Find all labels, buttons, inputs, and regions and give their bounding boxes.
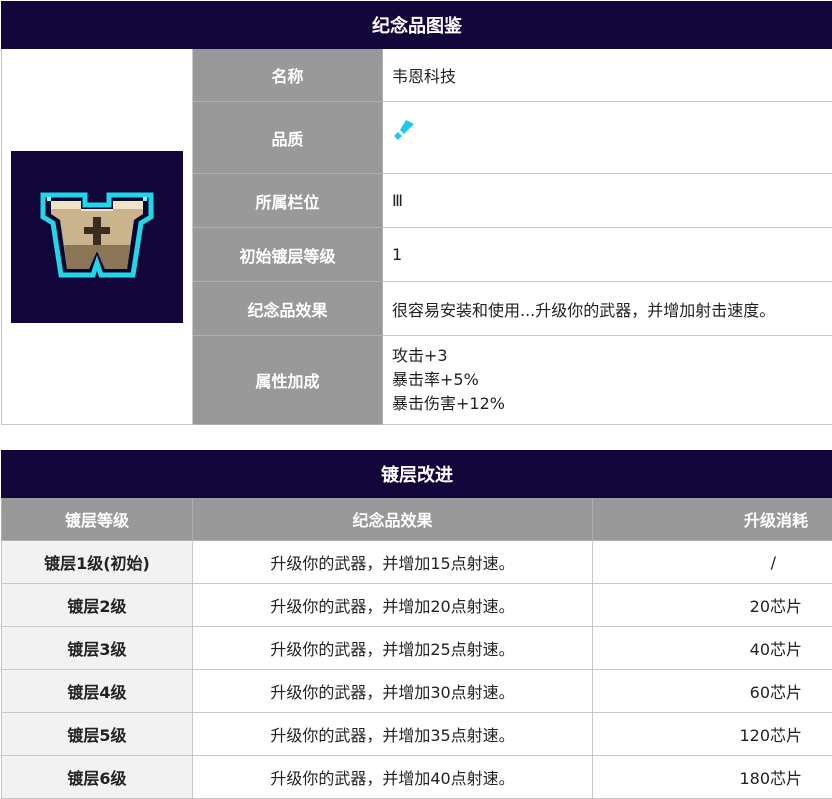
value-attribute-bonus: 攻击+3 暴击率+5% 暴击伤害+12%	[383, 336, 832, 425]
plating-level-cell: 镀层3级	[2, 627, 193, 670]
plating-level-cell: 镀层5级	[2, 713, 193, 756]
plating-level-cell: 镀层1级(初始)	[2, 541, 193, 584]
plating-cost-cell: 180芯片	[593, 756, 832, 799]
header-plating-level: 镀层等级	[2, 498, 193, 541]
label-name: 名称	[193, 49, 383, 102]
bonus-attack: 攻击+3	[392, 344, 832, 368]
bonus-crit-damage: 暴击伤害+12%	[392, 392, 832, 416]
label-slot: 所属栏位	[193, 174, 383, 228]
header-upgrade-cost: 升级消耗	[593, 498, 832, 541]
wayne-tech-w-emblem-icon	[11, 151, 183, 323]
plating-upgrade-table: 镀层改进 镀层等级 纪念品效果 升级消耗 镀层1级(初始) 升级你的武器，并增加…	[1, 450, 832, 799]
label-memento-effect: 纪念品效果	[193, 282, 383, 336]
table-row: 镀层1级(初始) 升级你的武器，并增加15点射速。 /	[2, 541, 832, 584]
table-row: 镀层5级 升级你的武器，并增加35点射速。 120芯片	[2, 713, 832, 756]
blue-quality-gem-icon	[392, 118, 418, 144]
plating-cost-cell: 20芯片	[593, 584, 832, 627]
value-quality	[383, 102, 832, 174]
memento-info-table: 纪念品图鉴	[1, 1, 832, 425]
plating-level-cell: 镀层2级	[2, 584, 193, 627]
plating-level-cell: 镀层6级	[2, 756, 193, 799]
plating-effect-cell: 升级你的武器，并增加30点射速。	[193, 670, 593, 713]
label-quality: 品质	[193, 102, 383, 174]
table-row: 镀层4级 升级你的武器，并增加30点射速。 60芯片	[2, 670, 832, 713]
value-slot: Ⅲ	[383, 174, 832, 228]
label-initial-plating-level: 初始镀层等级	[193, 228, 383, 282]
header-memento-effect: 纪念品效果	[193, 498, 593, 541]
plating-cost-cell: 60芯片	[593, 670, 832, 713]
plating-effect-cell: 升级你的武器，并增加25点射速。	[193, 627, 593, 670]
plating-cost-cell: /	[593, 541, 832, 584]
plating-effect-cell: 升级你的武器，并增加35点射速。	[193, 713, 593, 756]
plating-effect-cell: 升级你的武器，并增加40点射速。	[193, 756, 593, 799]
value-name: 韦恩科技	[383, 49, 832, 102]
table-row: 镀层2级 升级你的武器，并增加20点射速。 20芯片	[2, 584, 832, 627]
plating-cost-cell: 120芯片	[593, 713, 832, 756]
value-memento-effect: 很容易安装和使用...升级你的武器，并增加射击速度。	[383, 282, 832, 336]
plating-cost-cell: 40芯片	[593, 627, 832, 670]
table-row: 镀层6级 升级你的武器，并增加40点射速。 180芯片	[2, 756, 832, 799]
w-emblem-graphic	[37, 187, 157, 287]
table-row: 镀层3级 升级你的武器，并增加25点射速。 40芯片	[2, 627, 832, 670]
memento-image-cell	[2, 49, 193, 425]
bonus-crit-rate: 暴击率+5%	[392, 368, 832, 392]
plating-effect-cell: 升级你的武器，并增加15点射速。	[193, 541, 593, 584]
label-attribute-bonus: 属性加成	[193, 336, 383, 425]
upgrade-table-title: 镀层改进	[2, 451, 832, 498]
plating-effect-cell: 升级你的武器，并增加20点射速。	[193, 584, 593, 627]
info-table-title: 纪念品图鉴	[2, 2, 832, 49]
plating-level-cell: 镀层4级	[2, 670, 193, 713]
value-initial-plating-level: 1	[383, 228, 832, 282]
